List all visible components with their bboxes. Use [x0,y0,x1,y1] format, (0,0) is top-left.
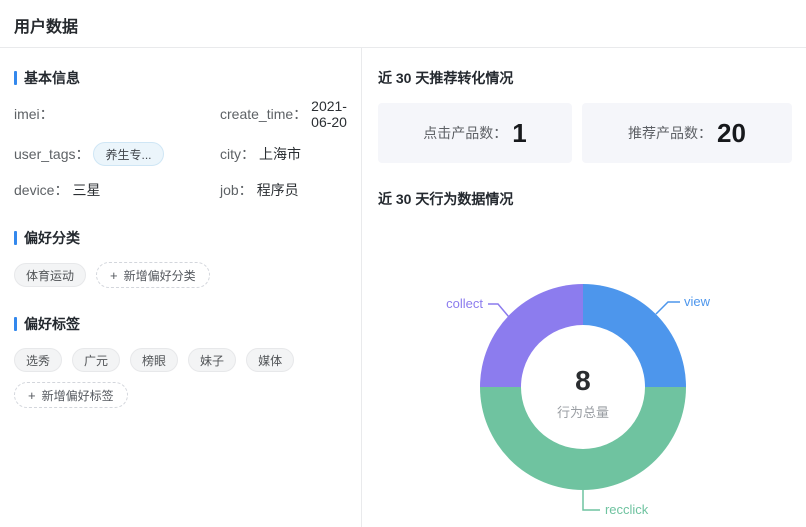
add-pref-category-label: 新增偏好分类 [124,267,196,284]
section-bar-icon [14,71,17,85]
plus-icon: + [28,388,36,403]
pref-tag[interactable]: 榜眼 [130,348,178,372]
stat-card-recommended: 推荐产品数： 20 [582,103,792,163]
stat-clicked-value: 1 [512,118,526,149]
field-city-label: city： [220,144,255,164]
chart-label-recclick: recclick [605,501,648,519]
field-imei: imei： [14,98,220,130]
pref-tags-tags: 选秀广元榜眼妹子媒体 [14,348,294,372]
behavior-total-label: 行为总量 [557,402,609,421]
pref-tag[interactable]: 选秀 [14,348,62,372]
stat-card-clicked: 点击产品数： 1 [378,103,572,163]
section-pref-category: 偏好分类 [14,228,347,248]
basic-info-fields: imei： create_time： 2021-06-20 user_tags：… [14,98,347,202]
field-city: city： 上海市 [220,142,347,166]
field-device: device： 三星 [14,178,220,202]
pref-category-tags: 体育运动 [14,263,86,287]
field-create-time: create_time： 2021-06-20 [220,98,347,130]
stat-clicked-label: 点击产品数： [423,123,507,143]
field-device-label: device： [14,180,68,200]
section-basic-info: 基本信息 [14,68,347,88]
pref-tag[interactable]: 广元 [72,348,120,372]
view-leader-line [656,302,680,314]
pref-tags-tag-row: 选秀广元榜眼妹子媒体 + 新增偏好标签 [14,348,347,408]
pref-category-tag-row: 体育运动 + 新增偏好分类 [14,262,347,288]
recclick-leader-line [583,490,600,510]
add-pref-category-button[interactable]: + 新增偏好分类 [96,262,210,288]
main-content: 基本信息 imei： create_time： 2021-06-20 user_… [0,48,806,527]
stat-recommended-value: 20 [717,118,746,149]
page-title: 用户数据 [14,13,792,37]
conversion-title: 近 30 天推荐转化情况 [378,68,792,88]
field-create-time-label: create_time： [220,104,307,124]
behavior-title: 近 30 天行为数据情况 [378,189,792,209]
plus-icon: + [110,268,118,283]
field-user-tags: user_tags： 养生专... [14,142,220,166]
behavior-donut-chart: 8 行为总量 collect view recclick [362,209,726,527]
add-pref-tag-button[interactable]: + 新增偏好标签 [14,382,128,408]
field-imei-label: imei： [14,104,54,124]
section-bar-icon [14,231,17,245]
conversion-stats: 点击产品数： 1 推荐产品数： 20 [378,103,792,163]
section-bar-icon [14,317,17,331]
field-create-time-value: 2021-06-20 [311,98,347,130]
add-pref-tag-label: 新增偏好标签 [42,387,114,404]
user-info-panel: 基本信息 imei： create_time： 2021-06-20 user_… [0,48,362,527]
pref-category-tag[interactable]: 体育运动 [14,263,86,287]
section-basic-info-label: 基本信息 [24,68,80,88]
section-pref-tags-label: 偏好标签 [24,314,80,334]
donut-center: 8 行为总量 [521,325,645,449]
stats-panel: 近 30 天推荐转化情况 点击产品数： 1 推荐产品数： 20 近 30 天行为… [362,48,806,527]
field-job-value: 程序员 [257,180,299,200]
section-pref-tags: 偏好标签 [14,314,347,334]
field-user-tags-label: user_tags： [14,144,89,164]
section-pref-category-label: 偏好分类 [24,228,80,248]
field-job: job： 程序员 [220,178,347,202]
pref-tag[interactable]: 妹子 [188,348,236,372]
page-header: 用户数据 [0,0,806,48]
donut-chart[interactable]: 8 行为总量 [480,284,686,490]
user-tag-pill[interactable]: 养生专... [93,142,163,166]
pref-tag[interactable]: 媒体 [246,348,294,372]
field-job-label: job： [220,180,253,200]
chart-label-view: view [684,293,710,311]
behavior-total-value: 8 [575,367,591,395]
field-city-value: 上海市 [259,144,301,164]
chart-label-collect: collect [362,295,483,313]
stat-recommended-label: 推荐产品数： [628,123,712,143]
field-device-value: 三星 [72,180,100,200]
